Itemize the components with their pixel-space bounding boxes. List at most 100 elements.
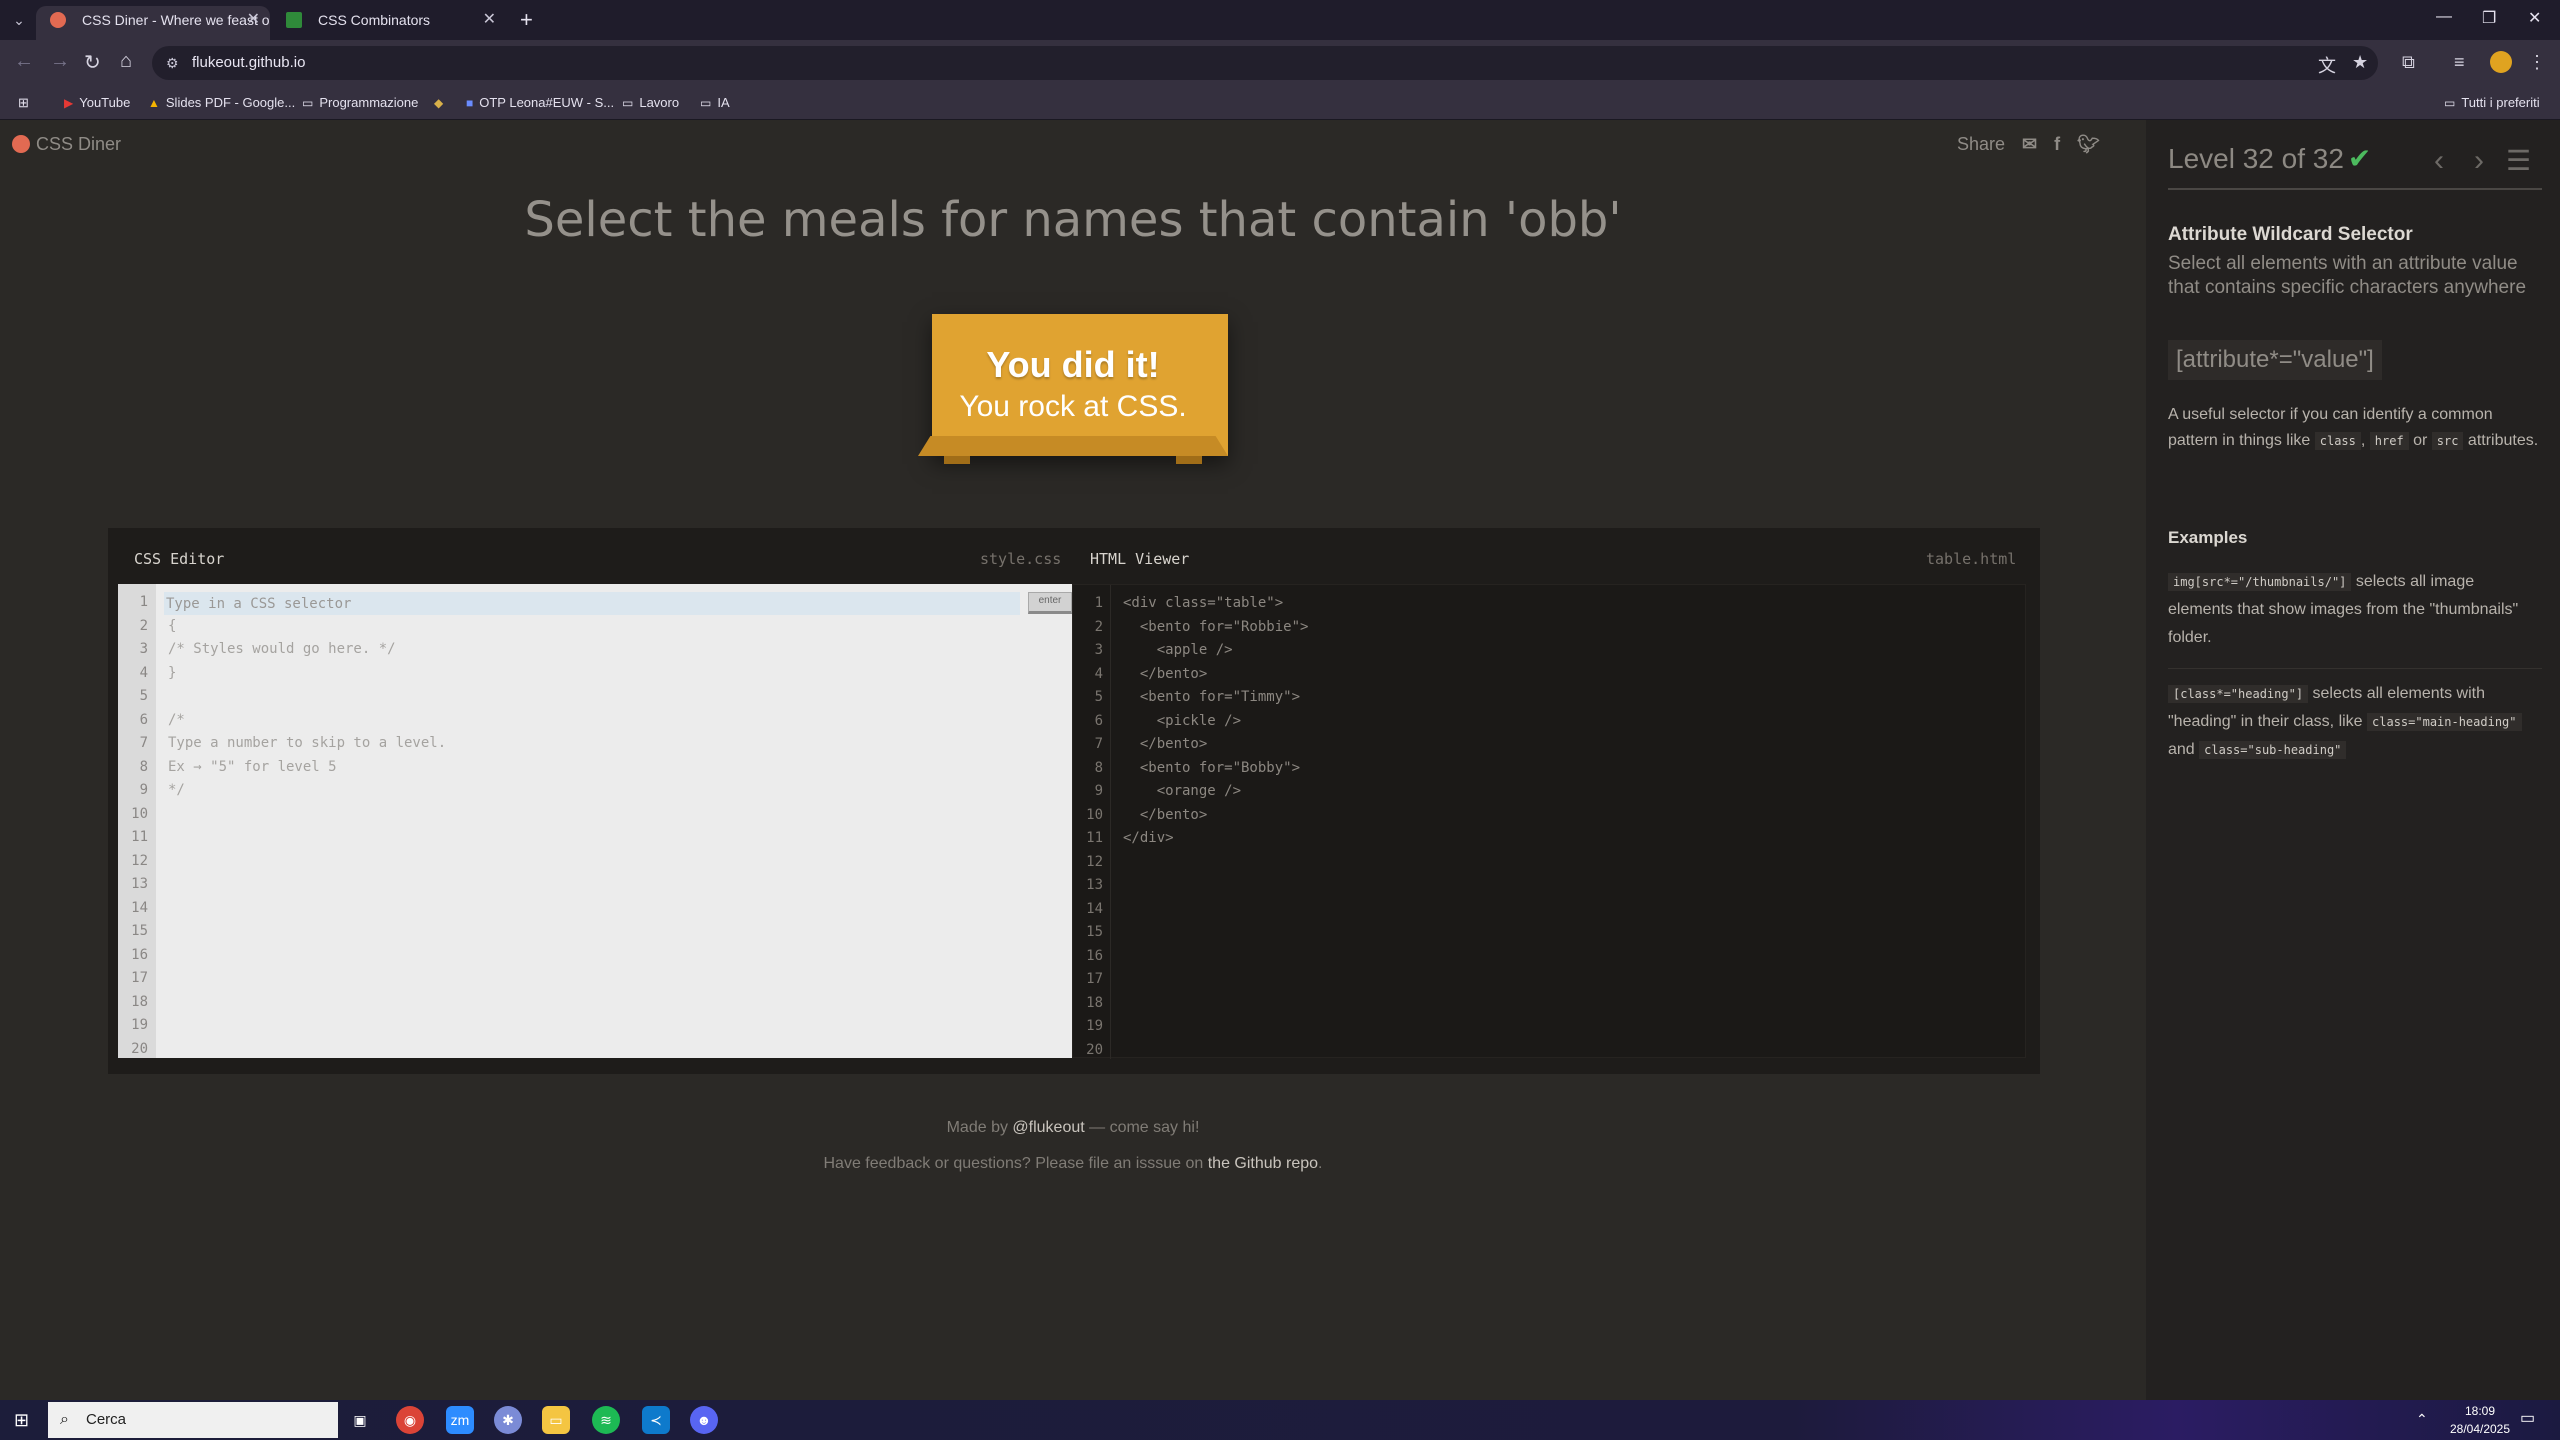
credits-line-2: Have feedback or questions? Please file … [823,1155,1323,1172]
bookmark-icon-only[interactable]: ◆ [434,86,449,120]
twitter-icon[interactable]: 🐦︎ [2077,134,2100,154]
line-number: 3 [139,641,148,657]
selector-syntax: [attribute*="value"] [2168,340,2382,380]
bookmark-star-icon[interactable]: ★ [2352,52,2368,73]
code-line: <bento for="Robbie"> [1123,618,1309,635]
line-number: 8 [1094,759,1103,776]
code-line: <apple /> [1123,642,1233,658]
tab-title: CSS Diner - Where we feast on [82,12,270,28]
extensions-icon[interactable]: ⧉ [2402,52,2415,73]
clock-date: 28/04/2025 [2449,1422,2511,1436]
tab-css-combinators[interactable]: CSS Combinators ✕ [272,6,506,40]
example-2: [class*="heading"] selects all elements … [2168,680,2542,764]
css-selector-input[interactable] [164,592,1020,615]
previous-level-icon[interactable]: ‹ [2434,144,2444,178]
close-tab-icon[interactable]: ✕ [247,6,260,34]
line-number: 3 [1094,642,1103,658]
line-number: 20 [131,1040,148,1057]
notifications-icon[interactable]: ▭ [2520,1410,2535,1428]
tray-expand-icon[interactable]: ⌃ [2416,1410,2428,1428]
site-settings-icon[interactable]: ⚙ [166,46,179,80]
slack-icon[interactable]: ✱ [494,1406,522,1434]
zoom-icon[interactable]: zm [446,1406,474,1434]
new-tab-icon[interactable]: + [520,6,533,34]
code-line: </bento> [1123,736,1208,752]
email-icon[interactable]: ✉ [2022,134,2037,154]
code-line: <bento for="Bobby"> [1123,759,1301,776]
discord-icon[interactable]: ☻ [690,1406,718,1434]
taskbar-search[interactable]: ⌕ Cerca [48,1402,338,1438]
code-tag: [class*="heading"] [2168,685,2309,703]
file-explorer-icon[interactable]: ▭ [542,1406,570,1434]
next-level-icon[interactable]: › [2474,144,2484,178]
clock[interactable]: 18:09 28/04/2025 [2440,1402,2520,1438]
tab-search-icon[interactable]: ⌄ [6,9,32,31]
youtube-icon: ▶ [64,96,74,110]
enter-button[interactable]: enter [1028,592,1072,614]
github-repo-link[interactable]: the Github repo [1208,1155,1318,1172]
reload-icon[interactable]: ↻ [84,50,101,75]
html-viewer-filename: table.html [1926,550,2017,568]
code-line: /* Styles would go here. */ [168,641,396,657]
level-progress-fill [2168,188,2542,190]
css-selector-input-wrap [164,592,1020,615]
code-line: </bento> [1123,665,1208,682]
bookmarks-bar: ⊞ ▶ YouTube ▲ Slides PDF - Google... ▭ Prog… [0,86,2560,120]
line-number: 5 [139,688,148,704]
facebook-icon[interactable]: f [2054,134,2060,154]
profile-avatar[interactable] [2490,51,2512,73]
bookmark-slides[interactable]: ▲ Slides PDF - Google... [148,86,295,120]
code-line: Type a number to skip to a level. [168,735,447,751]
line-number: 19 [1086,1018,1103,1034]
level-menu-icon[interactable]: ☰ [2506,144,2531,177]
bookmark-otp[interactable]: ■ OTP Leona#EUW - S... [466,86,614,120]
folder-icon: ▭ [622,96,634,110]
url-text: flukeout.github.io [192,54,306,71]
line-number: 10 [131,805,148,822]
line-number: 16 [1086,947,1103,964]
code-line: Ex → "5" for level 5 [168,758,337,775]
share-label: Share [1956,134,2005,154]
code-line: <div class="table"> [1123,595,1284,611]
close-tab-icon[interactable]: ✕ [483,6,496,34]
line-number: 5 [1094,689,1103,705]
line-number: 15 [131,923,148,939]
windows-start-icon[interactable]: ⊞ [14,1410,29,1431]
example-1: img[src*="/thumbnails/"] selects all ima… [2168,573,2519,646]
restore-icon[interactable]: ❐ [2482,8,2496,28]
author-link[interactable]: @flukeout [1012,1119,1084,1136]
css-diner-favicon [50,12,66,28]
search-icon: ⌕ [60,1411,69,1428]
close-window-icon[interactable]: ✕ [2528,8,2541,28]
bookmark-lavoro[interactable]: ▭ Lavoro [622,86,679,120]
otp-icon: ■ [466,96,474,110]
forward-icon[interactable]: → [50,50,70,73]
line-number: 15 [1086,924,1103,940]
spotify-icon[interactable]: ≋ [592,1406,620,1434]
home-icon[interactable]: ⌂ [120,50,132,73]
css-diner-logo[interactable]: CSS Diner [12,134,121,155]
line-number: 6 [1094,712,1103,729]
vscode-icon[interactable]: ≺ [642,1406,670,1434]
chrome-icon[interactable]: ◉ [396,1406,424,1434]
media-icon[interactable]: ≡ [2454,52,2465,73]
task-view-icon[interactable]: ▣ [346,1406,374,1434]
minimize-icon[interactable]: — [2436,8,2452,26]
logo-icon [12,135,30,153]
share-links: Share ✉ f 🐦︎ [1957,134,2100,155]
translate-icon[interactable]: 文 [2318,52,2336,78]
game-area: CSS Diner Share ✉ f 🐦︎ Select the meals … [0,120,2146,1400]
apps-icon[interactable]: ⊞ [18,86,29,120]
bookmark-youtube[interactable]: ▶ YouTube [64,86,130,120]
back-icon[interactable]: ← [14,50,34,73]
line-number: 2 [139,617,148,634]
url-input[interactable]: ⚙ flukeout.github.io [152,46,2378,80]
line-number: 12 [131,852,148,869]
bookmark-ia[interactable]: ▭ IA [700,86,730,120]
line-number: 1 [1094,595,1103,611]
all-bookmarks[interactable]: ▭ Tutti i preferiti [2444,86,2540,120]
line-number: 9 [1094,783,1103,799]
tab-css-diner[interactable]: CSS Diner - Where we feast on ✕ [36,6,270,40]
menu-icon[interactable]: ⋮ [2528,52,2546,73]
bookmark-programmazione[interactable]: ▭ Programmazione [302,86,418,120]
